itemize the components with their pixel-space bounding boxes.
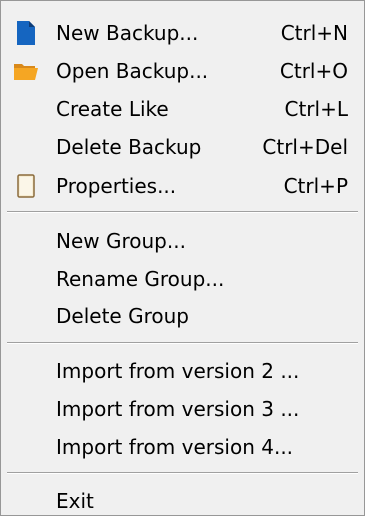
menu-item-new-group[interactable]: New Group... [5,223,360,259]
menu-item-rename-group[interactable]: Rename Group... [5,261,360,297]
menu-separator [7,472,358,474]
menu-item-delete-backup[interactable]: Delete Backup Ctrl+Del [5,129,360,165]
menu-item-label: New Group... [56,229,186,253]
menu-item-shortcut: Ctrl+O [279,59,348,83]
file-context-menu: New Backup... Ctrl+N Open Backup... Ctrl… [0,0,365,516]
menu-item-label: Open Backup... [56,59,209,83]
menu-item-properties[interactable]: Properties... Ctrl+P [5,168,360,204]
menu-separator [7,342,358,344]
new-document-icon [13,20,39,46]
menu-item-create-like[interactable]: Create Like Ctrl+L [5,91,360,127]
menu-item-label: Import from version 3 ... [56,397,300,421]
menu-item-exit[interactable]: Exit [5,483,360,519]
menu-item-shortcut: Ctrl+Del [262,135,348,159]
menu-item-label: Delete Backup [56,135,202,159]
menu-separator [7,211,358,213]
menu-item-label: Create Like [56,97,169,121]
menu-item-shortcut: Ctrl+L [284,97,349,121]
properties-icon [13,173,39,199]
menu-item-label: New Backup... [56,21,199,45]
menu-item-label: Rename Group... [56,267,225,291]
menu-item-new-backup[interactable]: New Backup... Ctrl+N [5,15,360,51]
menu-item-import-v4[interactable]: Import from version 4... [5,429,360,465]
menu-item-shortcut: Ctrl+P [283,174,348,198]
menu-item-label: Import from version 4... [56,435,294,459]
menu-item-label: Exit [56,489,94,513]
menu-item-import-v2[interactable]: Import from version 2 ... [5,353,360,389]
menu-item-shortcut: Ctrl+N [280,21,348,45]
menu-item-label: Properties... [56,174,177,198]
menu-item-label: Import from version 2 ... [56,359,300,383]
open-folder-icon [13,58,39,84]
menu-item-delete-group[interactable]: Delete Group [5,298,360,334]
menu-item-label: Delete Group [56,304,189,328]
menu-item-import-v3[interactable]: Import from version 3 ... [5,391,360,427]
menu-item-open-backup[interactable]: Open Backup... Ctrl+O [5,53,360,89]
